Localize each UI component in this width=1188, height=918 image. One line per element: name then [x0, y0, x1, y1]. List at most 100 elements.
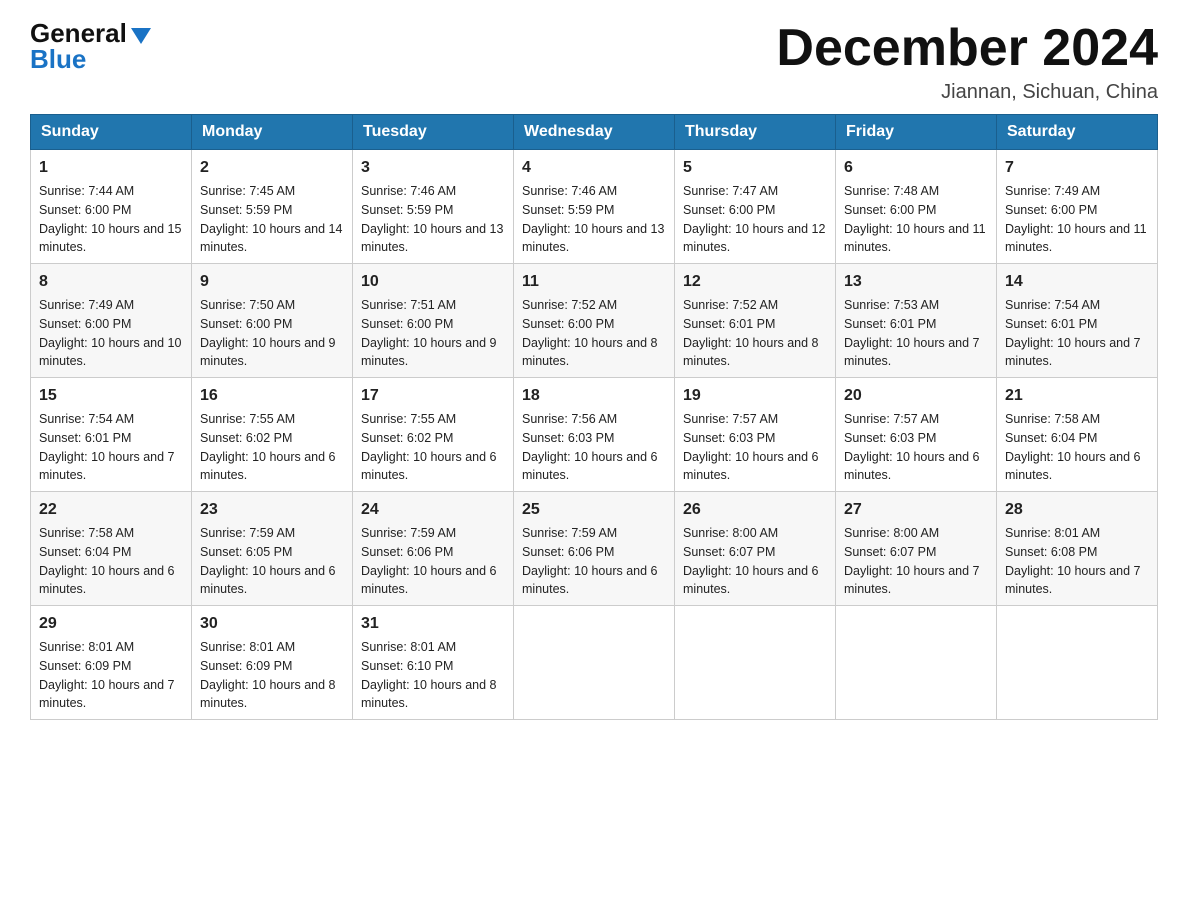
- month-title: December 2024: [776, 20, 1158, 77]
- calendar-cell: 24Sunrise: 7:59 AMSunset: 6:06 PMDayligh…: [353, 492, 514, 606]
- day-info: Sunrise: 7:56 AMSunset: 6:03 PMDaylight:…: [522, 410, 666, 485]
- calendar-cell: 7Sunrise: 7:49 AMSunset: 6:00 PMDaylight…: [997, 150, 1158, 264]
- calendar-cell: 21Sunrise: 7:58 AMSunset: 6:04 PMDayligh…: [997, 378, 1158, 492]
- header-tuesday: Tuesday: [353, 115, 514, 150]
- page-header: General Blue December 2024 Jiannan, Sich…: [30, 20, 1158, 104]
- day-number: 3: [361, 156, 505, 180]
- day-info: Sunrise: 7:52 AMSunset: 6:01 PMDaylight:…: [683, 296, 827, 371]
- day-info: Sunrise: 8:00 AMSunset: 6:07 PMDaylight:…: [683, 524, 827, 599]
- location-text: Jiannan, Sichuan, China: [776, 81, 1158, 104]
- calendar-week-row: 8Sunrise: 7:49 AMSunset: 6:00 PMDaylight…: [31, 264, 1158, 378]
- calendar-cell: 14Sunrise: 7:54 AMSunset: 6:01 PMDayligh…: [997, 264, 1158, 378]
- calendar-cell: 12Sunrise: 7:52 AMSunset: 6:01 PMDayligh…: [675, 264, 836, 378]
- day-info: Sunrise: 7:46 AMSunset: 5:59 PMDaylight:…: [361, 182, 505, 257]
- day-info: Sunrise: 7:59 AMSunset: 6:05 PMDaylight:…: [200, 524, 344, 599]
- day-number: 22: [39, 498, 183, 522]
- calendar-cell: 15Sunrise: 7:54 AMSunset: 6:01 PMDayligh…: [31, 378, 192, 492]
- day-info: Sunrise: 7:48 AMSunset: 6:00 PMDaylight:…: [844, 182, 988, 257]
- calendar-week-row: 29Sunrise: 8:01 AMSunset: 6:09 PMDayligh…: [31, 606, 1158, 720]
- day-number: 26: [683, 498, 827, 522]
- day-info: Sunrise: 7:44 AMSunset: 6:00 PMDaylight:…: [39, 182, 183, 257]
- calendar-cell: 27Sunrise: 8:00 AMSunset: 6:07 PMDayligh…: [836, 492, 997, 606]
- day-number: 12: [683, 270, 827, 294]
- calendar-cell: 5Sunrise: 7:47 AMSunset: 6:00 PMDaylight…: [675, 150, 836, 264]
- day-info: Sunrise: 7:58 AMSunset: 6:04 PMDaylight:…: [1005, 410, 1149, 485]
- day-number: 24: [361, 498, 505, 522]
- day-number: 25: [522, 498, 666, 522]
- day-info: Sunrise: 7:59 AMSunset: 6:06 PMDaylight:…: [522, 524, 666, 599]
- day-info: Sunrise: 8:01 AMSunset: 6:10 PMDaylight:…: [361, 638, 505, 713]
- calendar-week-row: 22Sunrise: 7:58 AMSunset: 6:04 PMDayligh…: [31, 492, 1158, 606]
- day-number: 4: [522, 156, 666, 180]
- calendar-week-row: 1Sunrise: 7:44 AMSunset: 6:00 PMDaylight…: [31, 150, 1158, 264]
- calendar-cell: 6Sunrise: 7:48 AMSunset: 6:00 PMDaylight…: [836, 150, 997, 264]
- calendar-cell: 4Sunrise: 7:46 AMSunset: 5:59 PMDaylight…: [514, 150, 675, 264]
- day-number: 16: [200, 384, 344, 408]
- day-info: Sunrise: 7:49 AMSunset: 6:00 PMDaylight:…: [1005, 182, 1149, 257]
- day-number: 6: [844, 156, 988, 180]
- calendar-cell: 3Sunrise: 7:46 AMSunset: 5:59 PMDaylight…: [353, 150, 514, 264]
- day-info: Sunrise: 7:58 AMSunset: 6:04 PMDaylight:…: [39, 524, 183, 599]
- day-info: Sunrise: 7:54 AMSunset: 6:01 PMDaylight:…: [1005, 296, 1149, 371]
- day-number: 13: [844, 270, 988, 294]
- day-number: 28: [1005, 498, 1149, 522]
- day-info: Sunrise: 7:51 AMSunset: 6:00 PMDaylight:…: [361, 296, 505, 371]
- calendar-cell: 10Sunrise: 7:51 AMSunset: 6:00 PMDayligh…: [353, 264, 514, 378]
- day-number: 19: [683, 384, 827, 408]
- header-thursday: Thursday: [675, 115, 836, 150]
- header-wednesday: Wednesday: [514, 115, 675, 150]
- day-number: 21: [1005, 384, 1149, 408]
- header-friday: Friday: [836, 115, 997, 150]
- calendar-cell: 23Sunrise: 7:59 AMSunset: 6:05 PMDayligh…: [192, 492, 353, 606]
- day-number: 27: [844, 498, 988, 522]
- day-number: 18: [522, 384, 666, 408]
- day-number: 1: [39, 156, 183, 180]
- calendar-cell: 29Sunrise: 8:01 AMSunset: 6:09 PMDayligh…: [31, 606, 192, 720]
- calendar-cell: 18Sunrise: 7:56 AMSunset: 6:03 PMDayligh…: [514, 378, 675, 492]
- day-number: 30: [200, 612, 344, 636]
- day-info: Sunrise: 7:45 AMSunset: 5:59 PMDaylight:…: [200, 182, 344, 257]
- calendar-table: SundayMondayTuesdayWednesdayThursdayFrid…: [30, 114, 1158, 720]
- logo-blue-text: Blue: [30, 46, 86, 72]
- day-info: Sunrise: 7:49 AMSunset: 6:00 PMDaylight:…: [39, 296, 183, 371]
- day-info: Sunrise: 8:00 AMSunset: 6:07 PMDaylight:…: [844, 524, 988, 599]
- day-number: 31: [361, 612, 505, 636]
- header-sunday: Sunday: [31, 115, 192, 150]
- calendar-cell: 16Sunrise: 7:55 AMSunset: 6:02 PMDayligh…: [192, 378, 353, 492]
- calendar-cell: 19Sunrise: 7:57 AMSunset: 6:03 PMDayligh…: [675, 378, 836, 492]
- day-number: 10: [361, 270, 505, 294]
- day-info: Sunrise: 7:54 AMSunset: 6:01 PMDaylight:…: [39, 410, 183, 485]
- calendar-cell: [836, 606, 997, 720]
- day-info: Sunrise: 8:01 AMSunset: 6:09 PMDaylight:…: [200, 638, 344, 713]
- day-info: Sunrise: 7:55 AMSunset: 6:02 PMDaylight:…: [361, 410, 505, 485]
- calendar-cell: 8Sunrise: 7:49 AMSunset: 6:00 PMDaylight…: [31, 264, 192, 378]
- day-number: 5: [683, 156, 827, 180]
- calendar-cell: 13Sunrise: 7:53 AMSunset: 6:01 PMDayligh…: [836, 264, 997, 378]
- calendar-cell: 30Sunrise: 8:01 AMSunset: 6:09 PMDayligh…: [192, 606, 353, 720]
- calendar-cell: 26Sunrise: 8:00 AMSunset: 6:07 PMDayligh…: [675, 492, 836, 606]
- day-number: 23: [200, 498, 344, 522]
- day-info: Sunrise: 7:59 AMSunset: 6:06 PMDaylight:…: [361, 524, 505, 599]
- calendar-cell: [514, 606, 675, 720]
- calendar-cell: 20Sunrise: 7:57 AMSunset: 6:03 PMDayligh…: [836, 378, 997, 492]
- day-number: 20: [844, 384, 988, 408]
- logo: General Blue: [30, 20, 151, 72]
- day-number: 29: [39, 612, 183, 636]
- calendar-week-row: 15Sunrise: 7:54 AMSunset: 6:01 PMDayligh…: [31, 378, 1158, 492]
- day-info: Sunrise: 7:50 AMSunset: 6:00 PMDaylight:…: [200, 296, 344, 371]
- calendar-cell: 1Sunrise: 7:44 AMSunset: 6:00 PMDaylight…: [31, 150, 192, 264]
- day-number: 9: [200, 270, 344, 294]
- day-number: 2: [200, 156, 344, 180]
- day-number: 14: [1005, 270, 1149, 294]
- calendar-cell: 25Sunrise: 7:59 AMSunset: 6:06 PMDayligh…: [514, 492, 675, 606]
- day-info: Sunrise: 8:01 AMSunset: 6:08 PMDaylight:…: [1005, 524, 1149, 599]
- day-info: Sunrise: 8:01 AMSunset: 6:09 PMDaylight:…: [39, 638, 183, 713]
- day-info: Sunrise: 7:53 AMSunset: 6:01 PMDaylight:…: [844, 296, 988, 371]
- logo-general-text: General: [30, 20, 151, 46]
- calendar-cell: [997, 606, 1158, 720]
- logo-arrow-icon: [131, 28, 151, 44]
- day-info: Sunrise: 7:57 AMSunset: 6:03 PMDaylight:…: [844, 410, 988, 485]
- day-info: Sunrise: 7:57 AMSunset: 6:03 PMDaylight:…: [683, 410, 827, 485]
- day-number: 15: [39, 384, 183, 408]
- calendar-cell: 11Sunrise: 7:52 AMSunset: 6:00 PMDayligh…: [514, 264, 675, 378]
